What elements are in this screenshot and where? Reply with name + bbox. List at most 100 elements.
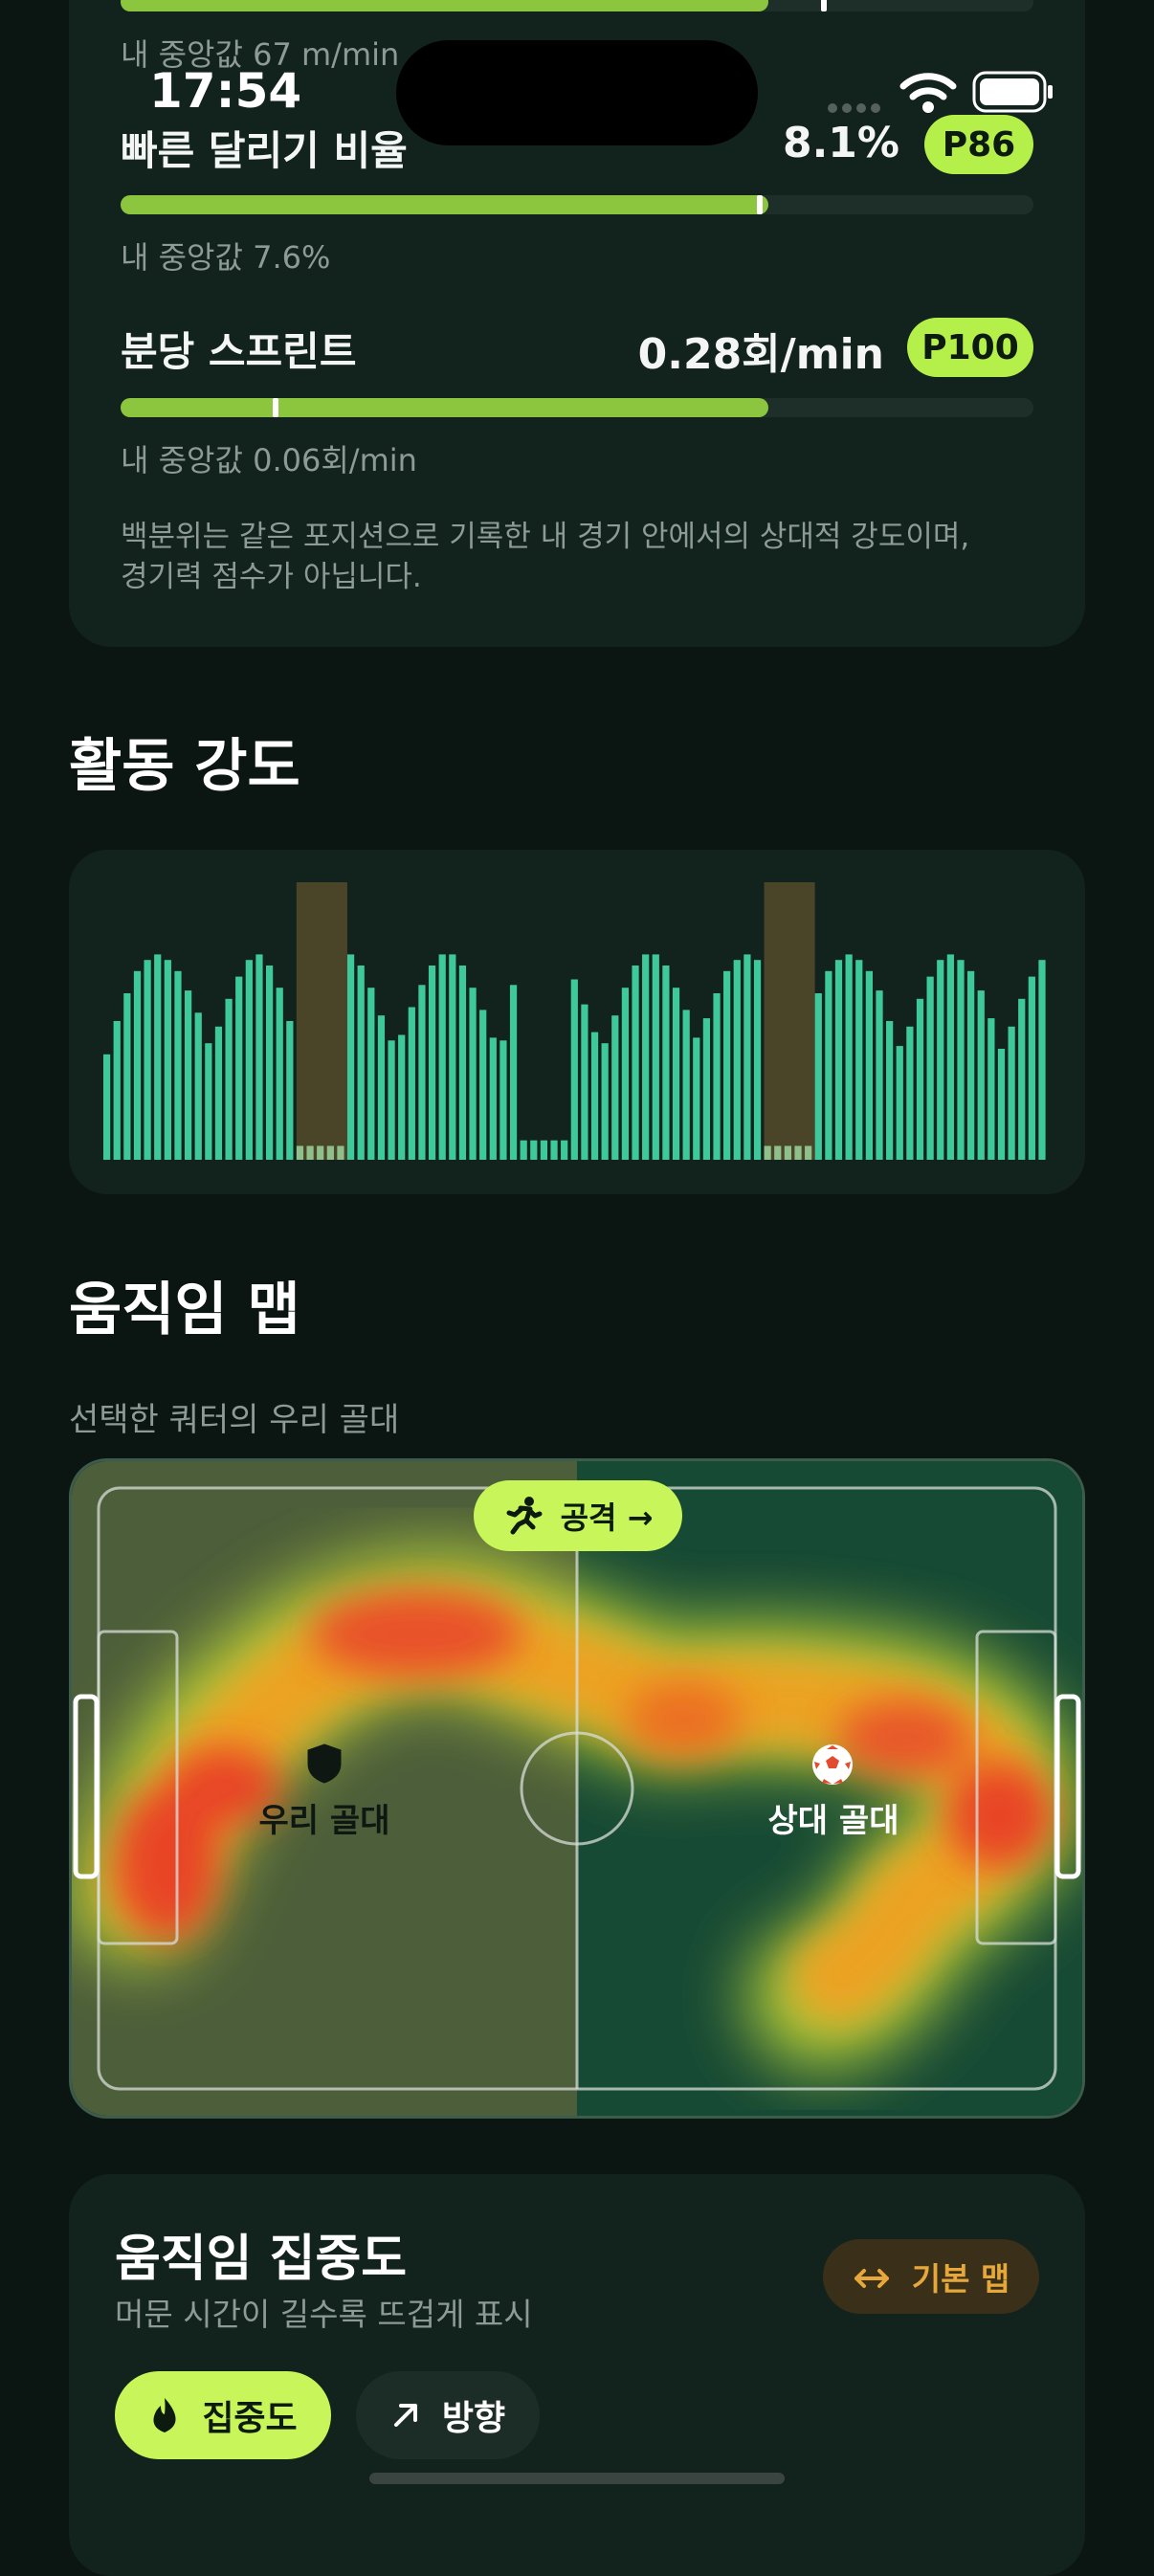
activity-bar: [144, 960, 151, 1160]
activity-bar: [1038, 960, 1046, 1160]
activity-bar: [255, 954, 263, 1160]
metric-sprint-median-marker: [273, 398, 279, 417]
activity-bar: [590, 1032, 599, 1160]
wifi-icon: [899, 71, 957, 115]
activity-bar: [662, 966, 670, 1160]
activity-bar: [1008, 1026, 1015, 1160]
activity-bar: [174, 970, 182, 1160]
activity-bar: [398, 1034, 406, 1160]
basic-map-label: 기본 맵: [911, 2260, 1010, 2298]
concentration-subtitle: 머문 시간이 길수록 뜨겁게 표시: [115, 2296, 533, 2333]
activity-bar: [967, 970, 975, 1160]
activity-bar: [469, 988, 477, 1160]
activity-bar: [276, 988, 283, 1160]
activity-bar: [1018, 998, 1026, 1160]
basic-map-button[interactable]: 기본 맵: [823, 2239, 1039, 2314]
activity-bar: [530, 1140, 538, 1160]
activity-bar: [886, 1021, 894, 1160]
activity-bar: [988, 1018, 995, 1160]
metric-fast-running-median-marker: [756, 195, 763, 214]
activity-bar: [855, 960, 863, 1160]
status-time: 17:54: [149, 63, 302, 119]
activity-bar: [570, 979, 578, 1160]
pitch-heatmap-svg: [72, 1461, 1082, 2116]
activity-bar: [682, 1010, 690, 1160]
cellular-signal-icon: [827, 100, 884, 113]
activity-bar: [805, 1145, 812, 1160]
activity-bar: [377, 1015, 386, 1160]
activity-bar: [408, 1007, 415, 1160]
activity-bar: [916, 998, 924, 1160]
movement-map-subtitle: 선택한 쿼터의 우리 골대: [69, 1401, 400, 1439]
activity-bar: [946, 954, 954, 1160]
tab-concentration[interactable]: 집중도: [115, 2371, 331, 2459]
activity-bar: [1028, 976, 1035, 1160]
opponent-goal-label: 상대 골대: [767, 1802, 899, 1840]
activity-bar: [245, 960, 253, 1160]
percentile-badge-sprint: P100: [907, 318, 1033, 377]
activity-bar: [438, 954, 446, 1160]
activity-bar: [367, 988, 375, 1160]
activity-bar: [733, 960, 741, 1160]
activity-bar: [550, 1140, 558, 1160]
activity-bar: [286, 1021, 294, 1160]
activity-bar: [723, 970, 731, 1160]
activity-bar: [764, 1145, 771, 1160]
activity-bar: [713, 993, 721, 1160]
activity-bar: [743, 954, 751, 1160]
activity-bar: [926, 976, 934, 1160]
activity-bar: [296, 1145, 304, 1160]
tab-concentration-label: 집중도: [202, 2399, 298, 2438]
activity-bar: [814, 993, 822, 1160]
soccer-ball-icon: [810, 1743, 854, 1787]
activity-bar: [214, 1026, 223, 1160]
top-metric-track: [121, 0, 1033, 11]
activity-bar: [520, 1140, 527, 1160]
activity-section-title: 활동 강도: [69, 733, 300, 800]
attack-direction-pill[interactable]: 공격 →: [474, 1480, 682, 1551]
activity-bar: [489, 1037, 497, 1160]
activity-bar: [337, 1145, 344, 1160]
percentile-badge-fast-running: P86: [924, 115, 1033, 174]
top-metric-median-marker: [820, 0, 827, 11]
activity-bar: [317, 1145, 324, 1160]
activity-bar: [876, 990, 883, 1160]
activity-highlight-band: [764, 882, 815, 1160]
metric-fast-running-track: [121, 195, 1033, 214]
home-indicator: [369, 2473, 785, 2484]
activity-bar: [865, 970, 873, 1160]
activity-bar: [357, 966, 365, 1160]
our-goal-label: 우리 골대: [258, 1802, 390, 1840]
metric-sprint-median: 내 중앙값 0.06회/min: [121, 442, 417, 478]
activity-bar: [133, 970, 142, 1160]
activity-bar: [540, 1140, 548, 1160]
metric-fast-running-fill: [121, 195, 769, 214]
activity-bar: [997, 1049, 1006, 1160]
activity-bar: [561, 1140, 568, 1160]
activity-bar: [184, 990, 192, 1160]
activity-bar: [346, 954, 355, 1160]
activity-bar: [937, 960, 944, 1160]
activity-bar: [306, 1145, 314, 1160]
battery-icon: [972, 71, 1054, 113]
arrow-up-right-icon: [390, 2400, 421, 2431]
tab-direction-label: 방향: [441, 2399, 506, 2438]
activity-bar: [834, 960, 843, 1160]
activity-bar: [103, 1054, 111, 1160]
metric-sprint-value: 0.28회/min: [637, 330, 884, 379]
activity-bar: [449, 954, 456, 1160]
activity-bar: [499, 1040, 507, 1160]
activity-chart-card: [69, 850, 1085, 1194]
activity-bar: [642, 954, 650, 1160]
activity-bar: [825, 970, 832, 1160]
activity-bar: [428, 966, 436, 1160]
movement-heatmap[interactable]: 공격 → 우리 골대 상대 골대: [69, 1458, 1085, 2119]
movement-map-title: 움직임 맵: [69, 1277, 300, 1344]
tab-direction[interactable]: 방향: [356, 2371, 540, 2459]
activity-bar: [774, 1145, 782, 1160]
activity-intensity-chart: [103, 882, 1046, 1160]
metric-sprint-fill: [121, 398, 769, 417]
activity-bar: [784, 1145, 792, 1160]
activity-bar: [702, 1018, 711, 1160]
activity-bar: [418, 985, 426, 1160]
